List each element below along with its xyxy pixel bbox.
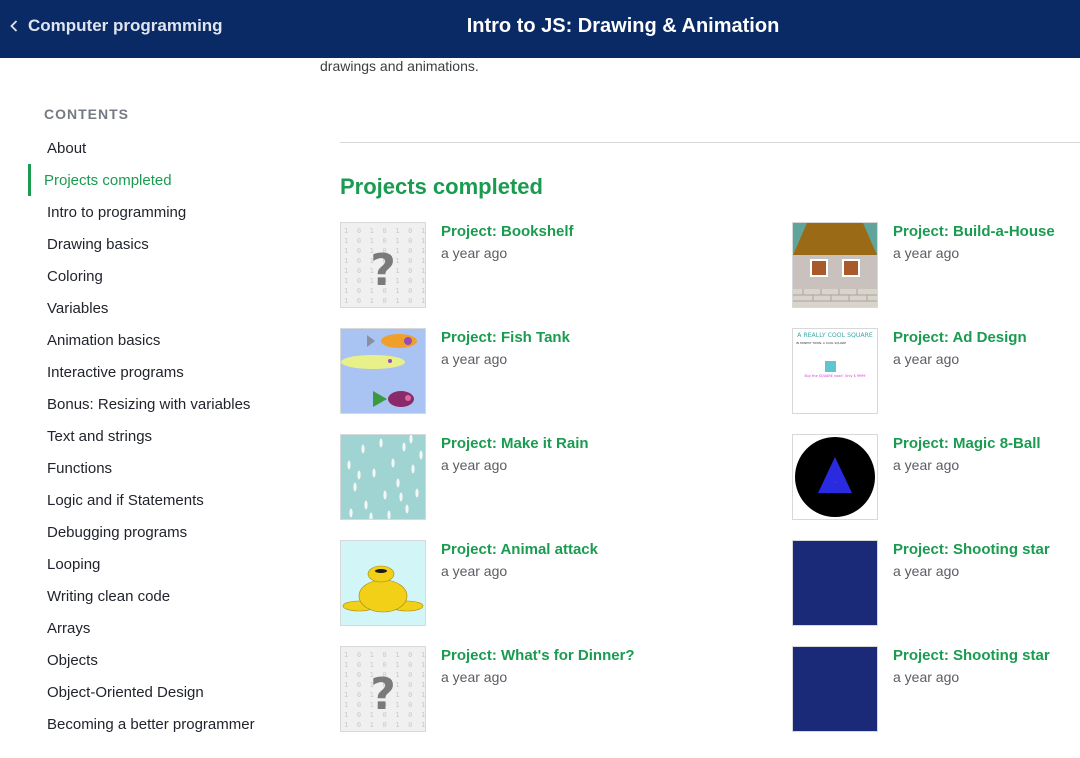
sidebar-item[interactable]: Projects completed [28,164,308,196]
project-timestamp: a year ago [441,563,508,579]
svg-text:1 0 1 0 1 0 1 0 1: 1 0 1 0 1 0 1 0 1 [344,661,425,669]
svg-text:?: ? [370,669,396,720]
project-thumbnail[interactable]: 1 0 1 0 1 0 1 0 1 1 0 1 0 1 0 1 0 1 1 0 1 … [340,222,426,308]
sidebar-item[interactable]: Debugging programs [28,516,308,548]
project-timestamp: a year ago [893,563,960,579]
svg-text:?: ? [370,245,396,296]
intro-text: drawings and animations. [320,58,479,74]
sidebar-item[interactable]: Intro to programming [28,196,308,228]
project-thumbnail[interactable]: 1 0 1 0 1 0 1 0 1 1 0 1 0 1 0 1 0 1 1 0 1 … [340,646,426,732]
project-thumbnail[interactable] [340,328,426,414]
sidebar-item[interactable]: Coloring [28,260,308,292]
ad-subline: IN HONEST TOWN, A COOL SQUARE [796,341,846,345]
sidebar-item[interactable]: Animation basics [28,324,308,356]
project-timestamp: a year ago [441,669,508,685]
project-thumbnail[interactable] [792,540,878,626]
sidebar-item[interactable]: Writing clean code [28,580,308,612]
sidebar-item[interactable]: Functions [28,452,308,484]
project-thumbnail[interactable] [792,222,878,308]
sidebar-item[interactable]: Bonus: Resizing with variables [28,388,308,420]
svg-text:1 0 1 0 1 0 1 0 1: 1 0 1 0 1 0 1 0 1 [344,721,425,729]
project-card: A REALLY COOL SQUARE IN HONEST TOWN, A CO… [792,328,1080,414]
sidebar-item[interactable]: Arrays [28,612,308,644]
project-title-link[interactable]: Project: Shooting star [893,647,1050,665]
sidebar-item[interactable]: Objects [28,644,308,676]
sidebar-item[interactable]: Drawing basics [28,228,308,260]
project-thumbnail[interactable] [340,540,426,626]
ad-cta: Buy the SQUARE now!! Only $ 9999 [805,374,866,378]
contents-nav: About Projects completed Intro to programm… [28,132,308,740]
project-title-link[interactable]: Project: Bookshelf [441,223,574,241]
project-timestamp: a year ago [441,457,508,473]
project-thumbnail[interactable]: A REALLY COOL SQUARE IN HONEST TOWN, A CO… [792,328,878,414]
sidebar-item[interactable]: Variables [28,292,308,324]
project-timestamp: a year ago [893,351,960,367]
top-bar: Computer programming Intro to JS: Drawin… [0,0,1080,58]
svg-text:1 0 1 0 1 0 1 0 1: 1 0 1 0 1 0 1 0 1 [344,227,425,235]
project-thumbnail[interactable]: · · [792,434,878,520]
project-title-link[interactable]: Project: Shooting star [893,541,1050,559]
page-title: Intro to JS: Drawing & Animation [466,14,780,37]
project-card: Project: Shooting star a year ago [792,646,1080,732]
sidebar-item[interactable]: Text and strings [28,420,308,452]
project-card: 1 0 1 0 1 0 1 0 1 1 0 1 0 1 0 1 0 1 1 0 1 … [340,222,640,308]
project-card: Project: Fish Tank a year ago [340,328,640,414]
svg-text:1 0 1 0 1 0 1 0 1: 1 0 1 0 1 0 1 0 1 [344,297,425,305]
ad-headline: A REALLY COOL SQUARE [797,332,873,339]
contents-heading: CONTENTS [44,106,129,122]
sidebar-item[interactable]: Looping [28,548,308,580]
project-timestamp: a year ago [441,351,508,367]
project-title-link[interactable]: Project: Make it Rain [441,435,589,453]
project-title-link[interactable]: Project: Animal attack [441,541,598,559]
divider [340,142,1080,143]
project-timestamp: a year ago [893,669,960,685]
project-timestamp: a year ago [893,245,960,261]
svg-text:1 0 1 0 1 0 1 0 1: 1 0 1 0 1 0 1 0 1 [344,651,425,659]
sidebar-item[interactable]: Logic and if Statements [28,484,308,516]
project-card: Project: Make it Rain a year ago [340,434,640,520]
svg-text:1 0 1 0 1 0 1 0 1: 1 0 1 0 1 0 1 0 1 [344,237,425,245]
project-card: Project: Build-a-House a year ago [792,222,1080,308]
project-thumbnail[interactable] [792,646,878,732]
sidebar-item[interactable]: Becoming a better programmer [28,708,308,740]
project-thumbnail[interactable] [340,434,426,520]
project-title-link[interactable]: Project: Fish Tank [441,329,570,347]
sidebar-item[interactable]: Object-Oriented Design [28,676,308,708]
project-card: Project: Shooting star a year ago [792,540,1080,626]
project-card: Project: Animal attack a year ago [340,540,640,626]
sidebar-item[interactable]: Interactive programs [28,356,308,388]
project-timestamp: a year ago [441,245,508,261]
project-title-link[interactable]: Project: Ad Design [893,329,1027,347]
section-title: Projects completed [340,174,543,199]
project-timestamp: a year ago [893,457,960,473]
project-title-link[interactable]: Project: Magic 8-Ball [893,435,1041,453]
sidebar-item[interactable]: About [28,132,308,164]
project-title-link[interactable]: Project: Build-a-House [893,223,1055,241]
svg-text:· ·: · · [834,480,837,484]
project-title-link[interactable]: Project: What's for Dinner? [441,647,635,665]
project-card: · · Project: Magic 8-Ball a year ago [792,434,1080,520]
project-card: 1 0 1 0 1 0 1 0 1 1 0 1 0 1 0 1 0 1 1 0 1 … [340,646,640,732]
